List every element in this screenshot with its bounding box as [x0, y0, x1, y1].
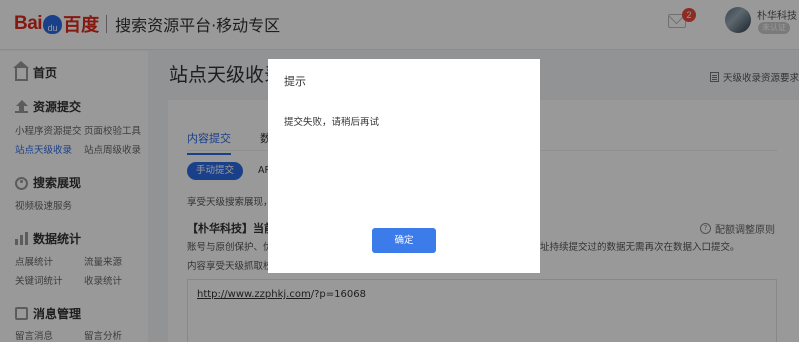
alert-dialog: 提示 提交失败，请稍后再试 确定	[268, 59, 540, 273]
dialog-message: 提交失败，请稍后再试	[284, 117, 380, 128]
confirm-button[interactable]: 确定	[372, 228, 436, 253]
dialog-title: 提示	[284, 75, 306, 88]
